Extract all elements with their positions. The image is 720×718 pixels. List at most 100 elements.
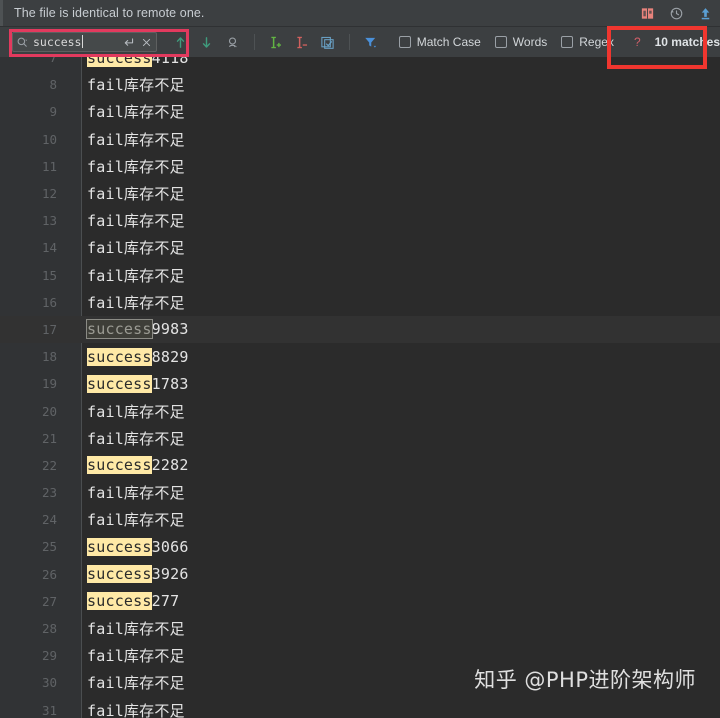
select-all-occurrences-icon[interactable] [318,32,338,52]
editor-line[interactable]: 22 success2282 [0,452,720,479]
editor-line[interactable]: 23 fail库存不足 [0,479,720,506]
editor-line[interactable]: 14 fail库存不足 [0,234,720,261]
line-text[interactable]: success4118 [87,57,189,67]
line-number: 24 [41,512,57,528]
line-text[interactable]: fail库存不足 [87,292,185,313]
filter-icon[interactable] [361,32,381,52]
editor-line[interactable]: 13 fail库存不足 [0,207,720,234]
editor-line[interactable]: 7 success4118 [0,57,720,71]
line-text-rest: 8829 [151,347,189,366]
banner-actions [638,0,714,26]
line-text-rest: fail库存不足 [87,185,185,204]
line-text-rest: 9983 [151,320,189,339]
line-text-rest: fail库存不足 [87,157,185,176]
upload-to-remote-icon[interactable] [696,4,714,22]
editor-line[interactable]: 12 fail库存不足 [0,180,720,207]
line-text[interactable]: success277 [87,592,180,611]
return-arrow-icon[interactable] [120,36,138,49]
revert-history-icon[interactable] [667,4,685,22]
editor-line[interactable]: 9 fail库存不足 [0,98,720,125]
banner-message: The file is identical to remote one. [14,6,205,20]
line-text-rest: fail库存不足 [87,647,185,666]
line-number: 20 [41,403,57,419]
editor-line[interactable]: 17 success9983 [0,315,720,344]
compare-with-remote-icon[interactable] [638,4,656,22]
line-text[interactable]: fail库存不足 [87,482,185,503]
line-text-rest: fail库存不足 [87,212,185,231]
editor-line[interactable]: 8 fail库存不足 [0,71,720,98]
line-text[interactable]: fail库存不足 [87,183,185,204]
editor-area[interactable]: 7 success4118 8 fail库存不足 9 fail库存不足 10 fail库存不足… [0,57,720,718]
words-checkbox[interactable]: Words [494,35,548,49]
line-text[interactable]: success1783 [87,374,189,393]
line-number: 19 [41,376,57,392]
find-previous-icon[interactable] [171,32,191,52]
regex-checkbox[interactable]: Regex [561,35,614,49]
line-text[interactable]: fail库存不足 [87,401,185,422]
editor-line[interactable]: 24 fail库存不足 [0,506,720,533]
line-text[interactable]: fail库存不足 [87,265,185,286]
line-text[interactable]: fail库存不足 [87,101,185,122]
line-text[interactable]: fail库存不足 [87,237,185,258]
line-text[interactable]: fail库存不足 [87,74,185,95]
current-match-highlight: success [86,319,153,340]
watermark: 知乎 @PHP进阶架构师 [474,668,696,692]
search-input[interactable]: success [12,32,157,52]
line-text[interactable]: fail库存不足 [87,618,185,639]
editor-line[interactable]: 10 fail库存不足 [0,126,720,153]
line-number: 17 [41,321,57,337]
editor-line[interactable]: 27 success277 [0,588,720,615]
editor-line[interactable]: 26 success3926 [0,561,720,588]
editor-line[interactable]: 31 fail库存不足 [0,697,720,718]
editor-line[interactable]: 16 fail库存不足 [0,289,720,316]
find-options: Match Case Words Regex ? [398,35,641,49]
line-text-rest: 1783 [151,374,189,393]
match-count-label: 10 matches [654,35,720,49]
words-label: Words [512,35,548,49]
close-icon[interactable] [138,37,156,48]
add-selection-icon[interactable] [266,32,286,52]
match-case-checkbox[interactable]: Match Case [398,35,481,49]
line-text[interactable]: fail库存不足 [87,156,185,177]
find-in-selection-icon[interactable] [223,32,243,52]
search-input-value[interactable]: success [31,35,120,49]
match-highlight: success [87,592,152,611]
match-case-box[interactable] [398,36,411,48]
line-text[interactable]: fail库存不足 [87,129,185,150]
regex-help-icon[interactable]: ? [634,35,641,49]
toolbar-divider-2 [348,34,350,50]
line-text[interactable]: success2282 [87,456,189,475]
editor-line[interactable]: 28 fail库存不足 [0,615,720,642]
find-next-icon[interactable] [197,32,217,52]
line-number: 13 [41,213,57,229]
line-text-rest: fail库存不足 [87,103,185,122]
search-icon[interactable] [13,36,31,49]
editor-line[interactable]: 21 fail库存不足 [0,425,720,452]
line-text[interactable]: fail库存不足 [87,509,185,530]
line-number: 16 [41,294,57,310]
line-text-rest: 277 [151,592,180,611]
line-text[interactable]: success3066 [87,537,189,556]
remove-selection-icon[interactable] [292,32,312,52]
line-text[interactable]: success9983 [86,319,189,340]
words-box[interactable] [494,36,507,48]
line-number: 9 [49,104,57,120]
editor-line[interactable]: 25 success3066 [0,533,720,560]
line-number: 28 [41,621,57,637]
line-text[interactable]: fail库存不足 [87,672,185,693]
line-text[interactable]: fail库存不足 [87,700,185,718]
find-tool-group [171,32,381,52]
editor-line[interactable]: 11 fail库存不足 [0,153,720,180]
line-text[interactable]: success3926 [87,565,189,584]
editor-line[interactable]: 15 fail库存不足 [0,262,720,289]
line-text-rest: fail库存不足 [87,76,185,95]
line-number: 26 [41,566,57,582]
regex-box[interactable] [561,36,574,48]
line-text[interactable]: fail库存不足 [87,645,185,666]
editor-line[interactable]: 19 success1783 [0,370,720,397]
line-text[interactable]: success8829 [87,347,189,366]
line-text[interactable]: fail库存不足 [87,428,185,449]
editor-line[interactable]: 18 success8829 [0,343,720,370]
line-text[interactable]: fail库存不足 [87,210,185,231]
editor-line[interactable]: 20 fail库存不足 [0,397,720,424]
